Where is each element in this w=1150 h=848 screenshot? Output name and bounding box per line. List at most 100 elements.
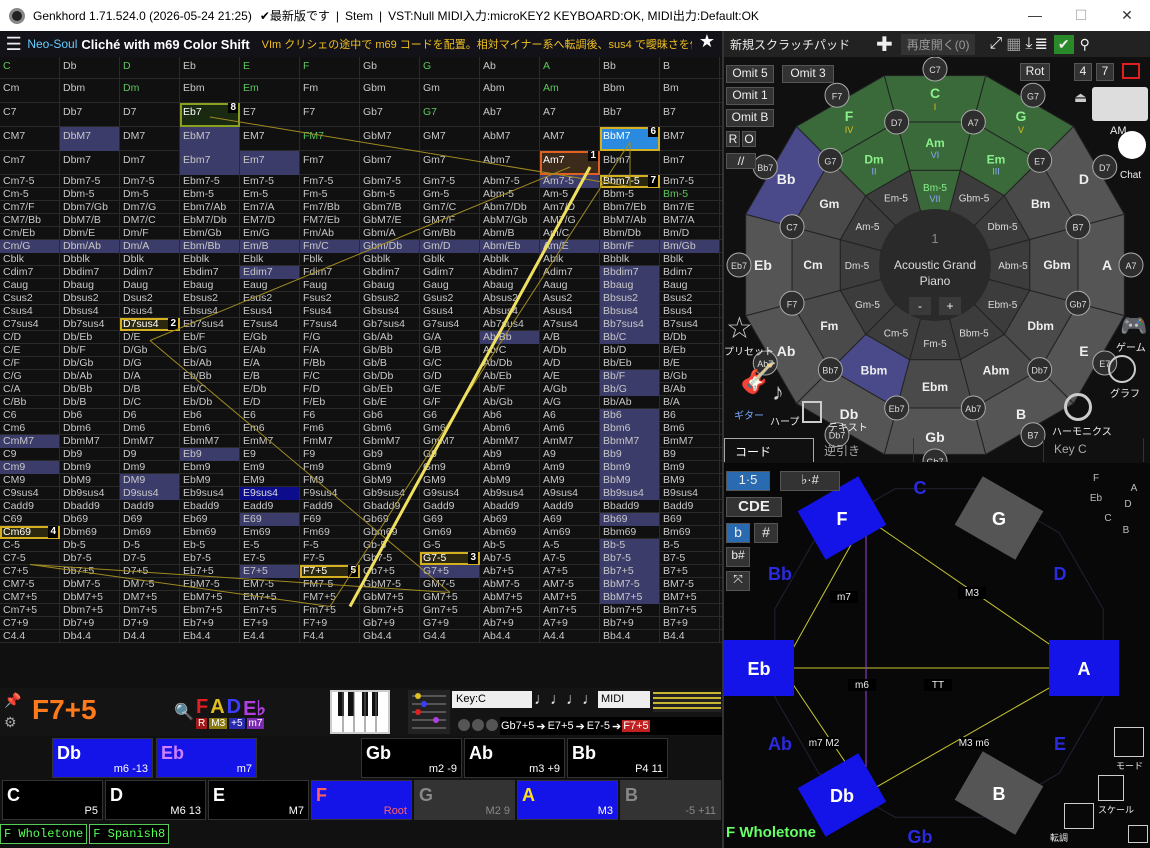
chord-cell[interactable]: Fm-5 <box>300 188 360 201</box>
chord-cell[interactable]: D69 <box>120 513 180 526</box>
chord-cell[interactable]: Am/E <box>540 240 600 253</box>
chord-cell[interactable]: F69 <box>300 513 360 526</box>
chord-cell[interactable]: E4.4 <box>240 630 300 643</box>
chord-cell[interactable]: BbM7/Ab <box>600 214 660 227</box>
chord-cell[interactable]: Gbm7+5 <box>360 604 420 617</box>
chord-cell[interactable]: C7+9 <box>0 617 60 630</box>
chord-cell[interactable]: Dm7+5 <box>120 604 180 617</box>
chord-cell[interactable]: Ab/Gb <box>480 396 540 409</box>
chord-cell[interactable]: Gb7+5 <box>360 565 420 578</box>
chord-cell[interactable]: EM7/D <box>240 214 300 227</box>
chord-cell[interactable]: Bm-5 <box>660 188 720 201</box>
chord-cell[interactable]: Gbm6 <box>360 422 420 435</box>
omit3-button[interactable]: Omit 3 <box>782 65 834 83</box>
chord-cell[interactable]: Abdim7 <box>480 266 540 279</box>
chord-cell[interactable]: Ab7-5 <box>480 552 540 565</box>
chord-cell[interactable]: A/E <box>540 370 600 383</box>
chord-cell[interactable]: Fm9 <box>300 461 360 474</box>
chord-cell[interactable]: B <box>660 57 720 79</box>
chord-cell[interactable]: G/A <box>420 331 480 344</box>
chord-cell[interactable]: Bbm7+5 <box>600 604 660 617</box>
chord-cell[interactable]: G6 <box>420 409 480 422</box>
chord-cell[interactable]: Em9 <box>240 461 300 474</box>
chord-cell[interactable]: Dadd9 <box>120 500 180 513</box>
circle-dim-label[interactable]: Dm-5 <box>845 261 870 272</box>
chord-cell[interactable]: Dm9 <box>120 461 180 474</box>
chord-cell[interactable]: Fm6 <box>300 422 360 435</box>
chord-cell[interactable]: Gm6 <box>420 422 480 435</box>
chord-cell[interactable]: G/C <box>420 357 480 370</box>
chord-cell[interactable]: D <box>120 57 180 79</box>
chord-cell[interactable]: Db7sus4 <box>60 318 120 331</box>
chord-cell[interactable]: FM7 <box>300 127 360 151</box>
o-button[interactable]: O <box>742 131 756 147</box>
dominant7-label[interactable]: D7 <box>1099 163 1111 173</box>
chord-cell[interactable]: Gm/D <box>420 240 480 253</box>
chord-cell[interactable]: Db4.4 <box>60 630 120 643</box>
cde-button[interactable]: CDE <box>726 497 782 517</box>
chord-cell[interactable]: Ebsus4 <box>180 305 240 318</box>
chord-cell[interactable]: D7+9 <box>120 617 180 630</box>
chord-cell[interactable]: Eaug <box>240 279 300 292</box>
chord-cell[interactable]: Gbm9 <box>360 461 420 474</box>
chord-cell[interactable]: Fm <box>300 79 360 103</box>
circle-key-label[interactable]: C <box>930 85 940 101</box>
chord-cell[interactable]: Ebm9 <box>180 461 240 474</box>
harp-icon[interactable]: ♪ <box>772 379 784 407</box>
pin-icon[interactable]: ⚲ <box>1080 36 1090 53</box>
maximize-button[interactable]: ☐ <box>1058 0 1104 31</box>
chord-cell[interactable]: D9 <box>120 448 180 461</box>
chord-cell[interactable]: Dbm7/Gb <box>60 201 120 214</box>
accidental-toggle-button[interactable]: ♭·# <box>780 471 840 491</box>
circle-key-label[interactable]: F <box>845 108 854 124</box>
chord-cell[interactable]: DbM7/B <box>60 214 120 227</box>
roman-numeral[interactable]: II <box>871 166 876 176</box>
chord-cell[interactable]: Edim7 <box>240 266 300 279</box>
chord-cell[interactable]: GM7/F <box>420 214 480 227</box>
expand-icon[interactable]: ⤢ <box>989 35 1002 53</box>
chord-cell[interactable]: Gm7/C <box>420 201 480 214</box>
chord-cell[interactable]: BmM7 <box>660 435 720 448</box>
scale-key-button[interactable]: Ab m3 +9 <box>464 738 565 778</box>
chord-cell[interactable]: Am-5 <box>540 188 600 201</box>
pin-icon[interactable]: 📌 <box>4 692 21 709</box>
chord-cell[interactable]: Abm7+5 <box>480 604 540 617</box>
piano-icon[interactable] <box>330 690 390 734</box>
chord-cell[interactable]: Csus4 <box>0 305 60 318</box>
circle-key-label[interactable]: G <box>1016 108 1027 124</box>
chord-cell[interactable]: G69 <box>420 513 480 526</box>
chord-cell[interactable]: Dm6 <box>120 422 180 435</box>
chord-cell[interactable]: Gb <box>360 57 420 79</box>
chord-cell[interactable]: Bb <box>600 57 660 79</box>
chord-cell[interactable]: Abm9 <box>480 461 540 474</box>
chord-cell[interactable]: Bm/D <box>660 227 720 240</box>
chord-cell[interactable]: B69 <box>660 513 720 526</box>
chord-cell[interactable]: GmM7 <box>420 435 480 448</box>
chord-cell[interactable]: Ab/Bb <box>480 331 540 344</box>
circle-minor-label[interactable]: Ebm <box>922 380 948 394</box>
chord-cell[interactable]: Em/G <box>240 227 300 240</box>
circle-key-label[interactable]: D <box>1079 171 1089 187</box>
chord-cell[interactable]: Gb/Eb <box>360 383 420 396</box>
chord-cell[interactable]: Bm9 <box>660 461 720 474</box>
chord-cell[interactable]: Dbadd9 <box>60 500 120 513</box>
chord-cell[interactable]: Cm-5 <box>0 188 60 201</box>
chord-cell[interactable]: Fm7/Bb <box>300 201 360 214</box>
chord-cell[interactable]: Eblk <box>240 253 300 266</box>
chord-cell[interactable]: BbM7+5 <box>600 591 660 604</box>
minus-label[interactable]: - <box>918 299 922 313</box>
chord-cell[interactable]: AM7-5 <box>540 578 600 591</box>
chord-cell[interactable]: DM7 <box>120 127 180 151</box>
chord-cell[interactable]: Ebdim7 <box>180 266 240 279</box>
chord-cell[interactable]: Ab/Db <box>480 357 540 370</box>
chord-cell[interactable]: Db6 <box>60 409 120 422</box>
chord-cell[interactable]: C/G <box>0 370 60 383</box>
chord-cell[interactable]: Gb/E <box>360 396 420 409</box>
chord-cell[interactable]: Gbm7 <box>360 151 420 175</box>
dominant7-label[interactable]: F7 <box>787 299 798 309</box>
chord-cell[interactable]: Gb/Db <box>360 370 420 383</box>
chord-cell[interactable]: AbM7-5 <box>480 578 540 591</box>
chord-cell[interactable]: Aadd9 <box>540 500 600 513</box>
chord-cell[interactable]: EM7 <box>240 127 300 151</box>
transpose-icon[interactable] <box>1064 803 1094 829</box>
